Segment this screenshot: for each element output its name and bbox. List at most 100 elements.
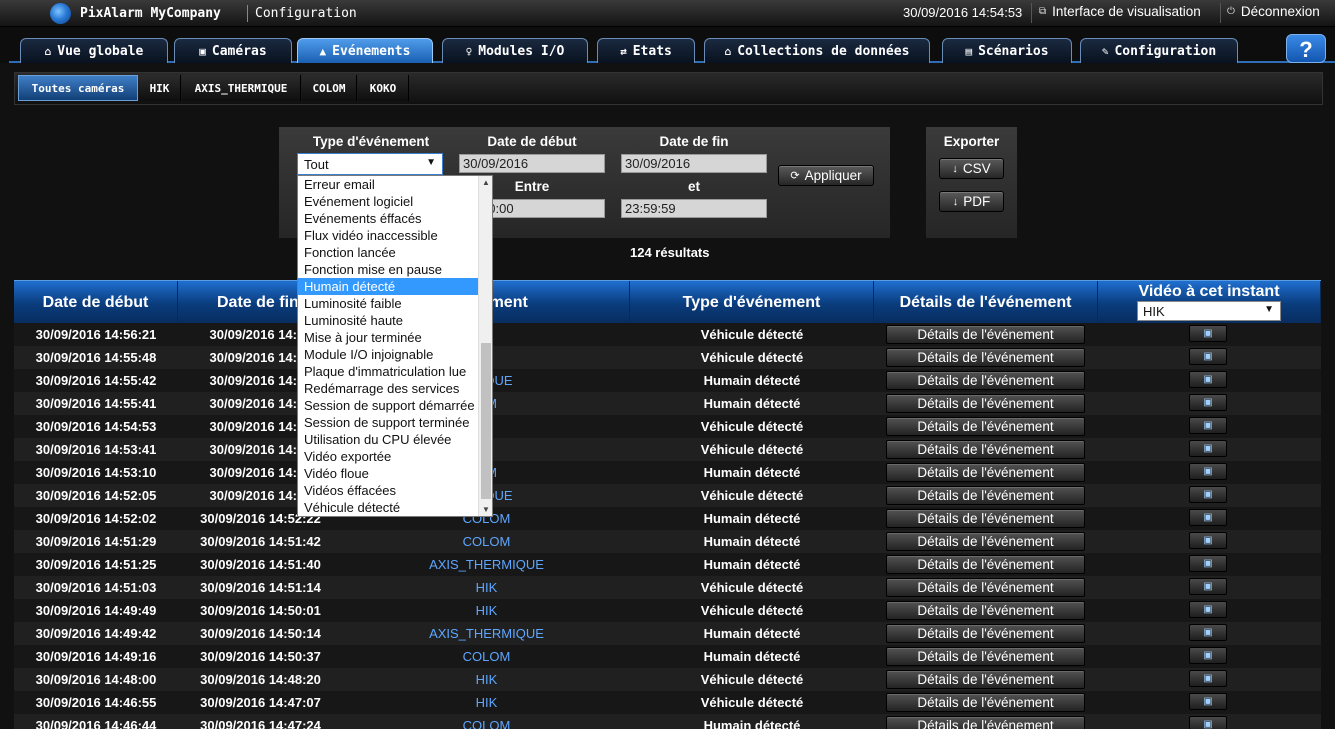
cell-camera-link[interactable]: HIK xyxy=(343,691,630,714)
camera-tab-koko[interactable]: KOKO xyxy=(358,75,409,101)
event-type-option[interactable]: Session de support terminée xyxy=(298,414,478,431)
scroll-up-icon[interactable]: ▲ xyxy=(482,178,490,187)
video-icon[interactable]: ▣ xyxy=(1189,601,1227,618)
video-icon[interactable]: ▣ xyxy=(1189,486,1227,503)
event-type-option[interactable]: Fonction mise en pause xyxy=(298,261,478,278)
event-type-option[interactable]: Luminosité faible xyxy=(298,295,478,312)
event-details-button[interactable]: Détails de l'événement xyxy=(886,486,1085,505)
event-details-button[interactable]: Détails de l'événement xyxy=(886,670,1085,689)
end-date-field[interactable]: 30/09/2016 xyxy=(621,154,767,173)
tab-sc-narios[interactable]: ▤ Scénarios xyxy=(942,38,1072,63)
logout-link[interactable]: ⏻ Déconnexion xyxy=(1227,4,1320,19)
event-details-button[interactable]: Détails de l'événement xyxy=(886,693,1085,712)
tab-cam-ras[interactable]: ▣ Caméras xyxy=(174,38,292,63)
event-details-button[interactable]: Détails de l'événement xyxy=(886,624,1085,643)
video-icon[interactable]: ▣ xyxy=(1189,578,1227,595)
dropdown-scrollbar[interactable]: ▲ ▼ xyxy=(478,176,492,516)
camera-tab-hik[interactable]: HIK xyxy=(139,75,181,101)
event-type-option[interactable]: Flux vidéo inaccessible xyxy=(298,227,478,244)
video-icon[interactable]: ▣ xyxy=(1189,325,1227,342)
event-type-option[interactable]: Utilisation du CPU élevée xyxy=(298,431,478,448)
event-type-option[interactable]: Evénements éffacés xyxy=(298,210,478,227)
cell-camera-link[interactable]: HIK xyxy=(343,599,630,622)
video-icon[interactable]: ▣ xyxy=(1189,371,1227,388)
event-type-dropdown-list[interactable]: Véhicule détecté Vidéos éffacées Vidéo flo… xyxy=(297,175,493,517)
event-type-option[interactable]: Erreur email xyxy=(298,176,478,193)
event-details-button[interactable]: Détails de l'événement xyxy=(886,325,1085,344)
end-time-field[interactable]: 23:59:59 xyxy=(621,199,767,218)
cell-camera-link[interactable]: AXIS_THERMIQUE xyxy=(343,622,630,645)
event-type-option[interactable]: Session de support démarrée xyxy=(298,397,478,414)
video-icon[interactable]: ▣ xyxy=(1189,532,1227,549)
cell-camera-link[interactable]: COLOM xyxy=(343,530,630,553)
export-pdf-button[interactable]: ↓ PDF xyxy=(939,191,1004,212)
cell-camera-link[interactable]: AXIS_THERMIQUE xyxy=(343,553,630,576)
cell-camera-link[interactable]: HIK xyxy=(343,576,630,599)
divider xyxy=(1220,3,1221,23)
tab-vue-globale[interactable]: ⌂ Vue globale xyxy=(20,38,168,63)
event-type-option[interactable]: Evénement logiciel xyxy=(298,193,478,210)
event-type-option[interactable]: Vidéo exportée xyxy=(298,448,478,465)
event-type-option[interactable]: Plaque d'immatriculation lue xyxy=(298,363,478,380)
event-details-button[interactable]: Détails de l'événement xyxy=(886,509,1085,528)
visualisation-link[interactable]: ⧉ Interface de visualisation xyxy=(1039,4,1201,19)
video-icon[interactable]: ▣ xyxy=(1189,716,1227,729)
event-details-button[interactable]: Détails de l'événement xyxy=(886,463,1085,482)
event-type-option[interactable]: Module I/O injoignable xyxy=(298,346,478,363)
video-icon[interactable]: ▣ xyxy=(1189,417,1227,434)
video-icon[interactable]: ▣ xyxy=(1189,693,1227,710)
video-icon[interactable]: ▣ xyxy=(1189,647,1227,664)
video-icon[interactable]: ▣ xyxy=(1189,624,1227,641)
event-details-button[interactable]: Détails de l'événement xyxy=(886,601,1085,620)
event-details-button[interactable]: Détails de l'événement xyxy=(886,440,1085,459)
apply-button[interactable]: ⟳ Appliquer xyxy=(778,165,874,186)
event-details-button[interactable]: Détails de l'événement xyxy=(886,578,1085,597)
scroll-down-icon[interactable]: ▼ xyxy=(482,505,490,514)
event-details-button[interactable]: Détails de l'événement xyxy=(886,348,1085,367)
camera-tab-axis-thermique[interactable]: AXIS_THERMIQUE xyxy=(182,75,301,101)
event-details-button[interactable]: Détails de l'événement xyxy=(886,716,1085,729)
video-icon[interactable]: ▣ xyxy=(1189,440,1227,457)
tab-collections-de-donn-es[interactable]: ⌂ Collections de données xyxy=(704,38,930,63)
event-type-select[interactable]: Tout ▼ xyxy=(297,153,443,175)
video-icon[interactable]: ▣ xyxy=(1189,348,1227,365)
cell-start-date: 30/09/2016 14:52:02 xyxy=(35,511,157,526)
event-type-option[interactable]: Vidéo floue xyxy=(298,465,478,482)
col-event-details[interactable]: Détails de l'événement xyxy=(874,281,1098,324)
col-start-date[interactable]: Date de début xyxy=(14,281,178,324)
cell-camera-link[interactable]: HIK xyxy=(343,668,630,691)
tab-ev-nements[interactable]: ▲ Evénements xyxy=(297,38,433,63)
export-csv-button[interactable]: ↓ CSV xyxy=(939,158,1004,179)
tab-modules-i-o[interactable]: ♀ Modules I/O xyxy=(442,38,588,63)
event-details-button[interactable]: Détails de l'événement xyxy=(886,394,1085,413)
event-type-option[interactable]: Vidéos éffacées xyxy=(298,482,478,499)
video-icon[interactable]: ▣ xyxy=(1189,394,1227,411)
video-camera-select[interactable]: HIK ▼ xyxy=(1137,301,1281,321)
event-details-button[interactable]: Détails de l'événement xyxy=(886,417,1085,436)
event-details-button[interactable]: Détails de l'événement xyxy=(886,371,1085,390)
video-icon[interactable]: ▣ xyxy=(1189,670,1227,687)
event-type-option[interactable]: Fonction lancée xyxy=(298,244,478,261)
event-details-button[interactable]: Détails de l'événement xyxy=(886,647,1085,666)
cell-camera-link[interactable]: COLOM xyxy=(343,714,630,729)
event-type-option[interactable]: Redémarrage des services xyxy=(298,380,478,397)
event-details-button[interactable]: Détails de l'événement xyxy=(886,555,1085,574)
start-date-field[interactable]: 30/09/2016 xyxy=(459,154,605,173)
event-type-option[interactable]: Humain détecté xyxy=(298,278,478,295)
tab-etats[interactable]: ⇄ Etats xyxy=(597,38,695,63)
camera-tab-colom[interactable]: COLOM xyxy=(302,75,357,101)
tab-configuration[interactable]: ✎ Configuration xyxy=(1080,38,1238,63)
video-icon[interactable]: ▣ xyxy=(1189,463,1227,480)
event-type-option[interactable]: Mise à jour terminée xyxy=(298,329,478,346)
event-type-option[interactable]: Véhicule détecté xyxy=(298,499,478,516)
scrollbar-thumb[interactable] xyxy=(481,343,491,499)
event-details-button[interactable]: Détails de l'événement xyxy=(886,532,1085,551)
video-icon[interactable]: ▣ xyxy=(1189,509,1227,526)
col-event-type[interactable]: Type d'événement xyxy=(630,281,874,324)
cell-camera-link[interactable]: COLOM xyxy=(343,645,630,668)
help-button[interactable]: ? xyxy=(1286,34,1326,63)
cell-end-date: 30/09/2016 14:50:14 xyxy=(200,626,321,641)
video-icon[interactable]: ▣ xyxy=(1189,555,1227,572)
event-type-option[interactable]: Luminosité haute xyxy=(298,312,478,329)
camera-tab-toutes-cam-ras[interactable]: Toutes caméras xyxy=(18,75,138,101)
